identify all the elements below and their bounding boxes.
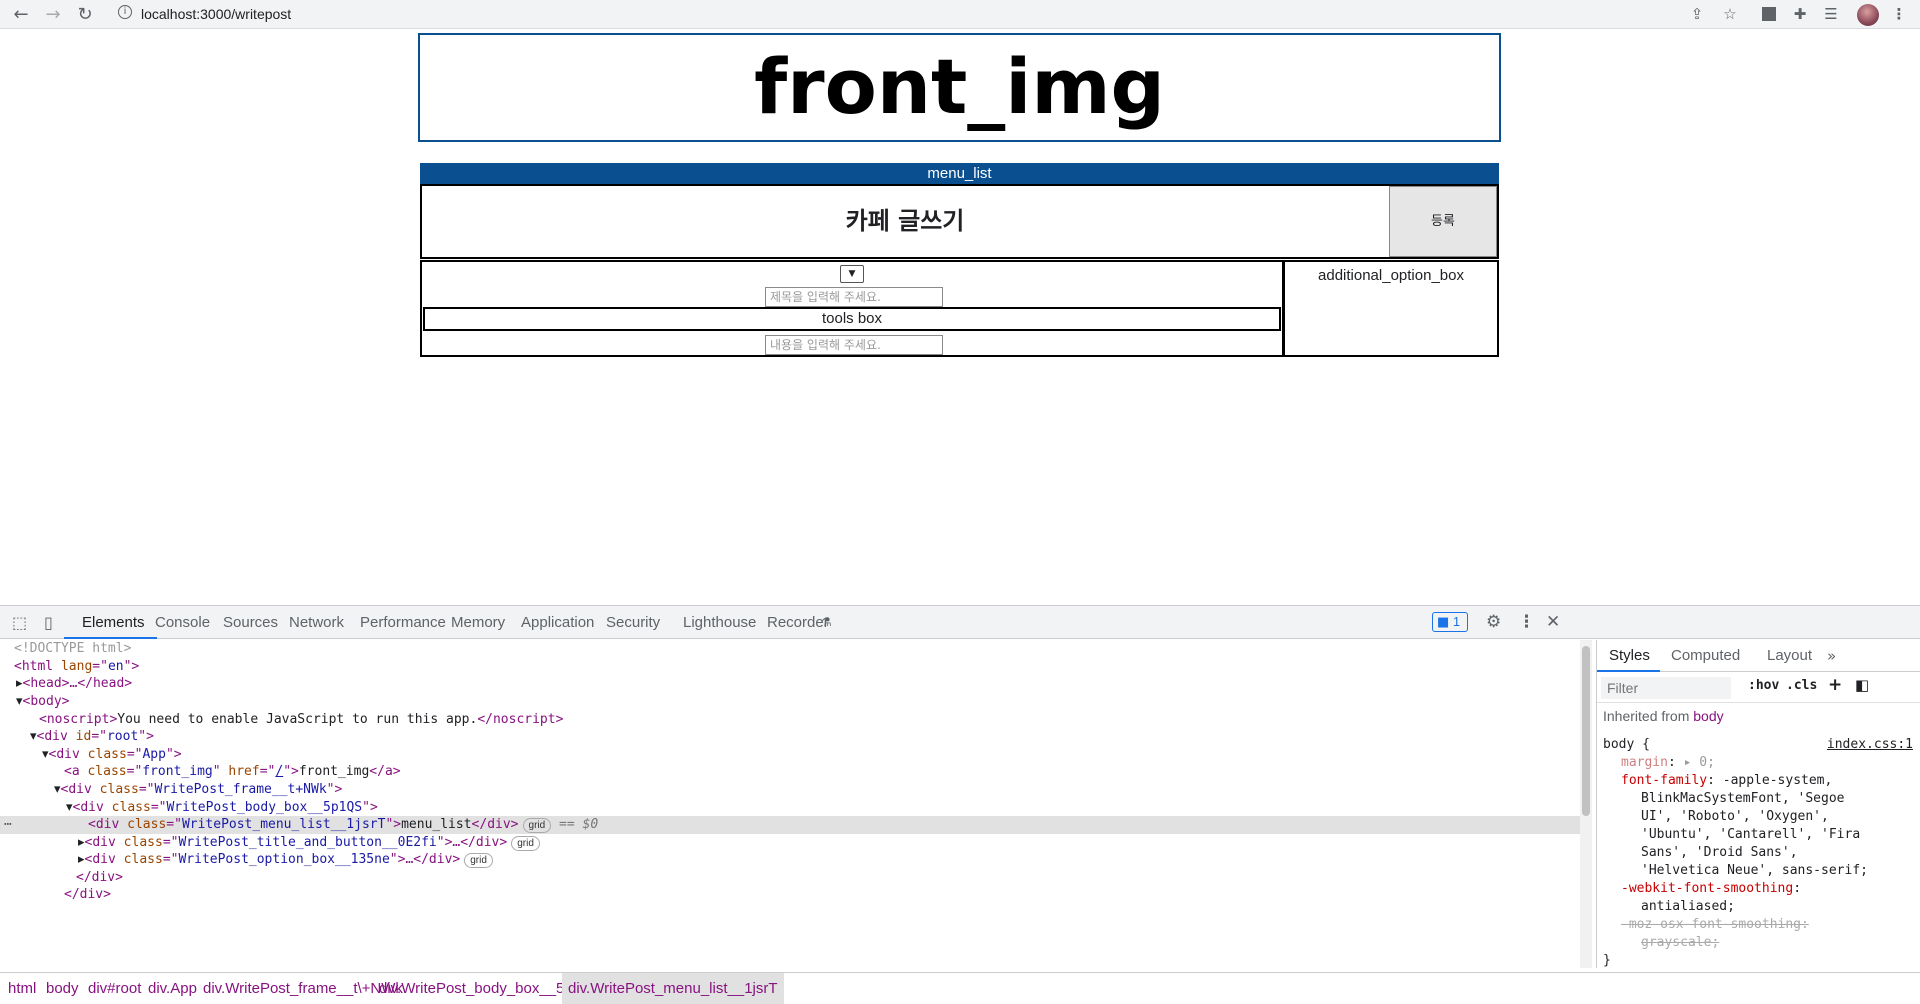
styles-tabbar: Styles Computed Layout » [1597, 640, 1920, 672]
kebab-menu-icon[interactable]: ⋮ [1518, 606, 1535, 639]
dom-line[interactable]: </div> [0, 886, 1580, 904]
tab-lighthouse[interactable]: Lighthouse [683, 606, 756, 639]
hov-toggle[interactable]: :hov [1748, 678, 1779, 693]
tools-box: tools box [423, 307, 1281, 331]
tab-security[interactable]: Security [606, 606, 660, 639]
tab-recorder[interactable]: Recorder [767, 606, 829, 639]
extension-icon[interactable] [1759, 4, 1779, 24]
grid-badge[interactable]: grid [464, 853, 493, 868]
dom-line[interactable]: <!DOCTYPE html> [0, 640, 1580, 658]
devtools-panel: ⬚ ▯ Elements Console Sources Network Per… [0, 605, 1920, 1004]
tab-application[interactable]: Application [521, 606, 594, 639]
dom-line[interactable]: ▾<body> [0, 693, 1580, 711]
dom-line[interactable]: <html lang="en"> [0, 658, 1580, 676]
dom-line-selected[interactable]: ⋯ <div class="WritePost_menu_list__1jsrT"… [0, 816, 1580, 834]
issues-count: 1 [1452, 614, 1461, 629]
breadcrumb-item-selected[interactable]: div.WritePost_menu_list__1jsrT [562, 973, 784, 1004]
grid-badge[interactable]: grid [522, 818, 552, 833]
reload-icon[interactable]: ↻ [73, 3, 97, 27]
styles-toolbar: Filter :hov .cls + ◧ [1597, 673, 1920, 703]
content-input[interactable]: 내용을 입력해 주세요. [765, 335, 943, 355]
url-text[interactable]: localhost:3000/writepost [141, 6, 291, 22]
more-tabs-icon[interactable]: » [1827, 640, 1836, 672]
additional-option-box: additional_option_box [1283, 260, 1499, 357]
dom-scrollbar[interactable] [1580, 640, 1592, 968]
dom-line[interactable]: ▾<div id="root"> [0, 728, 1580, 746]
breadcrumb-item[interactable]: div.App [148, 973, 197, 1004]
tab-styles[interactable]: Styles [1597, 640, 1660, 672]
dom-line[interactable]: <a class="front_img" href="/">front_img<… [0, 763, 1580, 781]
add-rule-icon[interactable]: + [1828, 675, 1842, 695]
tab-sources[interactable]: Sources [223, 606, 278, 639]
breadcrumb-item[interactable]: html [8, 973, 36, 1004]
chevron-down-icon: ▼ [848, 269, 856, 279]
breadcrumb: html body div#root div.App div.WritePost… [0, 972, 1920, 1004]
inspect-icon[interactable]: ⬚ [12, 606, 27, 639]
styles-pane: Styles Computed Layout » Filter :hov .cl… [1596, 640, 1920, 968]
dom-tree: <!DOCTYPE html> <html lang="en"> ▸<head>… [0, 640, 1580, 968]
forward-icon[interactable]: → [41, 3, 65, 27]
inherited-header: Inherited from body [1603, 708, 1724, 724]
scroll-thumb[interactable] [1582, 646, 1590, 816]
info-icon[interactable]: i [118, 5, 132, 19]
browser-toolbar: ← → ↻ i localhost:3000/writepost ⇪ ☆ ✚ ☰… [0, 0, 1920, 29]
dom-line[interactable]: ▸<div class="WritePost_title_and_button_… [0, 834, 1580, 852]
kebab-menu-icon[interactable]: ⋮ [1889, 4, 1909, 24]
device-toggle-icon[interactable]: ▯ [44, 606, 53, 639]
tab-elements[interactable]: Elements [64, 606, 157, 639]
ellipsis-icon[interactable]: ⋯ [4, 816, 12, 834]
option-box: ▼ 제목을 입력해 주세요. tools box 내용을 입력해 주세요. ad… [420, 260, 1499, 357]
tab-console[interactable]: Console [155, 606, 210, 639]
flask-icon: ⚗ [821, 615, 832, 629]
back-icon[interactable]: ← [9, 3, 33, 27]
cls-toggle[interactable]: .cls [1786, 678, 1817, 693]
dom-line[interactable]: </div> [0, 869, 1580, 887]
breadcrumb-item[interactable]: div#root [88, 973, 141, 1004]
grid-badge[interactable]: grid [511, 836, 540, 851]
devtools-tabbar: ⬚ ▯ Elements Console Sources Network Per… [0, 606, 1920, 639]
front-img-link[interactable]: front_img [418, 33, 1501, 142]
message-icon: ■ [1437, 615, 1450, 630]
reading-list-icon[interactable]: ☰ [1821, 4, 1841, 24]
breadcrumb-item[interactable]: div.WritePost_frame__t\+NWk [203, 973, 403, 1004]
title-and-button: 카페 글쓰기 등록 [420, 184, 1499, 259]
page-viewport: front_img menu_list 카페 글쓰기 등록 ▼ 제목을 입력해 … [0, 29, 1920, 605]
issues-counter[interactable]: ■ 1 [1432, 612, 1468, 632]
toggle-sidebar-icon[interactable]: ◧ [1855, 676, 1869, 694]
tab-memory[interactable]: Memory [451, 606, 505, 639]
source-link[interactable]: index.css:1 [1827, 736, 1913, 754]
tab-performance[interactable]: Performance [360, 606, 446, 639]
page-title: 카페 글쓰기 [845, 207, 965, 235]
tab-network[interactable]: Network [289, 606, 344, 639]
gear-icon[interactable]: ⚙ [1486, 606, 1501, 639]
tab-computed[interactable]: Computed [1671, 640, 1740, 672]
write-area: ▼ 제목을 입력해 주세요. tools box 내용을 입력해 주세요. [420, 260, 1284, 357]
filter-input[interactable]: Filter [1601, 677, 1731, 699]
menu-list: menu_list [420, 163, 1499, 184]
share-icon[interactable]: ⇪ [1687, 4, 1707, 24]
title-input[interactable]: 제목을 입력해 주세요. [765, 287, 943, 307]
puzzle-icon[interactable]: ✚ [1790, 4, 1810, 24]
register-button[interactable]: 등록 [1389, 186, 1497, 257]
dom-line[interactable]: <noscript>You need to enable JavaScript … [0, 711, 1580, 729]
star-icon[interactable]: ☆ [1720, 4, 1740, 24]
close-icon[interactable]: ✕ [1546, 606, 1560, 639]
address-bar[interactable] [110, 3, 1670, 26]
breadcrumb-item[interactable]: body [46, 973, 79, 1004]
dom-line[interactable]: ▾<div class="App"> [0, 746, 1580, 764]
dom-line[interactable]: ▸<head>…</head> [0, 675, 1580, 693]
dom-line[interactable]: ▾<div class="WritePost_frame__t+NWk"> [0, 781, 1580, 799]
css-rule[interactable]: body {index.css:1 margin: ▸ 0; font-fami… [1603, 736, 1913, 970]
dom-line[interactable]: ▸<div class="WritePost_option_box__135ne… [0, 851, 1580, 869]
tab-layout[interactable]: Layout [1767, 640, 1812, 672]
avatar[interactable] [1857, 4, 1879, 26]
board-select[interactable]: ▼ [840, 265, 864, 283]
dom-line[interactable]: ▾<div class="WritePost_body_box__5p1QS"> [0, 799, 1580, 817]
